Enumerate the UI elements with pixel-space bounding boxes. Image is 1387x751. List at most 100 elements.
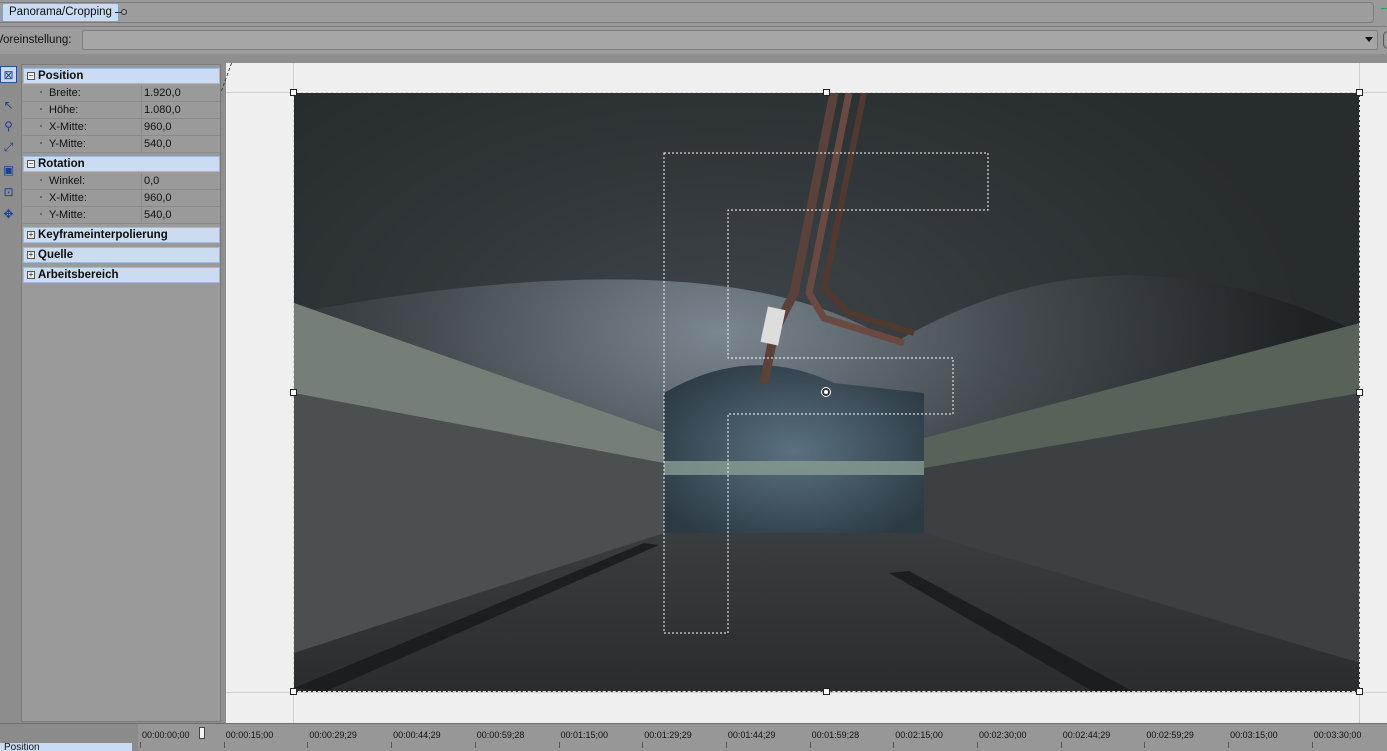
- preset-label: Voreinstellung:: [0, 34, 72, 46]
- collapse-icon[interactable]: −: [27, 160, 35, 168]
- resize-handle-top[interactable]: [823, 89, 830, 96]
- pointer-tool-icon[interactable]: ↖: [0, 96, 17, 113]
- property-row[interactable]: X-Mitte: 960,0: [23, 119, 220, 136]
- timeline-tick-mark: [140, 742, 141, 748]
- timeline-tick-label: 00:02:15;00: [895, 730, 943, 740]
- property-row[interactable]: Winkel: 0,0: [23, 173, 220, 190]
- timeline-tick-label: 00:01:59;28: [811, 730, 860, 740]
- timeline-tick-mark: [391, 742, 393, 748]
- section-position[interactable]: − Position: [23, 68, 220, 84]
- section-title: Arbeitsbereich: [38, 269, 119, 281]
- keyframe-timeline: Position 00:00:00;00 00:00:15;00 00:00:29;…: [0, 723, 1387, 751]
- fx-tab-panorama-cropping[interactable]: Panorama/Cropping: [2, 3, 119, 22]
- track-label-position[interactable]: Position: [0, 743, 132, 751]
- timeline-tick-mark: [642, 742, 644, 748]
- fit-to-frame-icon[interactable]: ⊡: [0, 183, 17, 200]
- property-value[interactable]: 1.080,0: [141, 102, 220, 119]
- timeline-tick-label: 00:00:59;28: [476, 730, 525, 740]
- expand-icon[interactable]: +: [27, 271, 35, 279]
- property-row[interactable]: Breite: 1.920,0: [23, 85, 220, 102]
- resize-handle-bottom-left[interactable]: [290, 688, 297, 695]
- resize-handle-right[interactable]: [1356, 389, 1363, 396]
- properties-panel: − Position Breite: 1.920,0 Höhe: 1.080,0 X…: [21, 64, 221, 722]
- resize-handle-bottom-right[interactable]: [1356, 688, 1363, 695]
- playhead-cursor[interactable]: [199, 727, 205, 739]
- property-key: Breite:: [49, 87, 81, 99]
- resize-handle-top-right[interactable]: [1356, 89, 1363, 96]
- preset-dropdown[interactable]: [82, 30, 1378, 50]
- lock-aspect-tool-icon[interactable]: ⤢: [0, 139, 17, 156]
- size-about-center-icon[interactable]: ▣: [0, 161, 17, 178]
- timeline-tick-mark: [558, 742, 560, 748]
- timeline-tick-label: 00:03:30;00: [1313, 730, 1362, 740]
- property-value[interactable]: 1.920,0: [141, 85, 220, 102]
- property-value[interactable]: 540,0: [141, 207, 220, 224]
- section-rotation[interactable]: − Rotation: [23, 156, 220, 172]
- chevron-down-icon: [1365, 37, 1373, 42]
- property-key: X-Mitte:: [49, 121, 87, 133]
- pan-crop-window: Panorama/Cropping Voreinstellung: ⊠ ↖ ⚲ …: [0, 0, 1387, 751]
- collapse-icon[interactable]: −: [27, 72, 35, 80]
- tree-dot-icon: [40, 91, 42, 93]
- section-keyframe-interpolation[interactable]: + Keyframeinterpolierung: [23, 227, 220, 243]
- fx-chain-end-icon: [1381, 8, 1387, 12]
- property-key: X-Mitte:: [49, 192, 87, 204]
- timeline-tick-label: 00:00:44;29: [393, 730, 441, 740]
- timeline-tick-label: 00:00:29;29: [309, 730, 357, 740]
- timeline-tick-mark: [1144, 742, 1146, 748]
- property-value[interactable]: 540,0: [141, 136, 220, 153]
- timeline-tick-label: 00:02:44;29: [1062, 730, 1111, 740]
- preset-save-button[interactable]: [1383, 31, 1387, 49]
- property-value[interactable]: 0,0: [141, 173, 220, 190]
- timeline-ruler[interactable]: 00:00:00;00 00:00:15;00 00:00:29;29 00:00:4…: [138, 724, 1387, 751]
- timeline-tick-mark: [893, 742, 895, 748]
- section-title: Quelle: [38, 249, 74, 261]
- tree-dot-icon: [40, 196, 42, 198]
- preset-row: Voreinstellung:: [0, 27, 1387, 54]
- timeline-tick-mark: [474, 742, 476, 748]
- section-title: Rotation: [38, 158, 85, 170]
- section-source[interactable]: + Quelle: [23, 247, 220, 263]
- resize-handle-bottom[interactable]: [823, 688, 830, 695]
- center-point-icon[interactable]: [821, 387, 831, 397]
- timeline-tick-mark: [977, 742, 978, 748]
- expand-icon[interactable]: +: [27, 251, 35, 259]
- timeline-tick-mark: [223, 742, 225, 748]
- property-key: Y-Mitte:: [49, 138, 86, 150]
- tree-dot-icon: [40, 142, 42, 144]
- timeline-tick-mark: [725, 742, 727, 748]
- tool-strip: ⊠ ↖ ⚲ ⤢ ▣ ⊡ ✥: [0, 63, 19, 723]
- timeline-tick-mark: [1060, 742, 1062, 748]
- move-freely-icon[interactable]: ✥: [0, 205, 17, 222]
- fx-chain-node-icon[interactable]: [121, 9, 127, 15]
- property-value[interactable]: 960,0: [141, 190, 220, 207]
- timeline-tick-label: 00:01:44;29: [727, 730, 776, 740]
- timeline-tick-label: 00:02:59;29: [1146, 730, 1194, 740]
- tree-dot-icon: [40, 108, 42, 110]
- property-value[interactable]: 960,0: [141, 119, 220, 136]
- zoom-tool-icon[interactable]: ⚲: [0, 117, 17, 134]
- property-row[interactable]: Y-Mitte: 540,0: [23, 136, 220, 153]
- property-row[interactable]: X-Mitte: 960,0: [23, 190, 220, 207]
- timeline-tick-label: 00:01:15;00: [560, 730, 609, 740]
- timeline-tick-label: 00:00:00;00: [142, 730, 190, 740]
- timeline-tick-mark: [1228, 742, 1230, 748]
- fx-chain-track: [0, 2, 1374, 23]
- timeline-tick-label: 00:02:30;00: [979, 730, 1027, 740]
- timeline-tick-label: 00:01:29;29: [644, 730, 692, 740]
- section-title: Keyframeinterpolierung: [38, 229, 168, 241]
- expand-icon[interactable]: +: [27, 231, 35, 239]
- section-title: Position: [38, 70, 84, 82]
- property-row[interactable]: Höhe: 1.080,0: [23, 102, 220, 119]
- property-row[interactable]: Y-Mitte: 540,0: [23, 207, 220, 224]
- resize-handle-left[interactable]: [290, 389, 297, 396]
- timeline-tick-mark: [1311, 742, 1313, 748]
- property-key: Höhe:: [49, 104, 79, 116]
- timeline-tick-mark: [809, 742, 811, 748]
- fx-chain-bar: Panorama/Cropping: [0, 0, 1387, 27]
- section-workspace[interactable]: + Arbeitsbereich: [23, 267, 220, 283]
- tree-dot-icon: [40, 179, 42, 181]
- pan-crop-workspace[interactable]: [220, 63, 1387, 723]
- normal-edit-tool-icon[interactable]: ⊠: [0, 66, 17, 83]
- resize-handle-top-left[interactable]: [290, 89, 297, 96]
